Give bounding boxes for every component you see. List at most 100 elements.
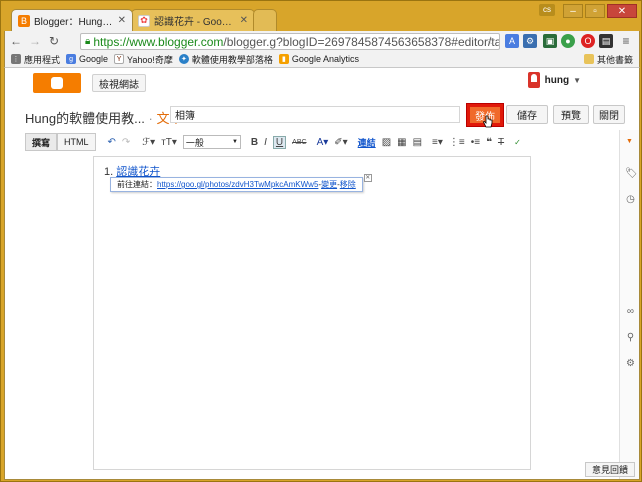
permalink-icon[interactable]: ∞: [625, 306, 636, 317]
bold-icon[interactable]: B: [251, 137, 258, 148]
underline-icon[interactable]: U: [272, 135, 287, 149]
bookmark-label: Google Analytics: [291, 54, 359, 64]
account-name: hung: [544, 74, 570, 86]
opera-icon[interactable]: O: [581, 34, 595, 48]
forward-icon[interactable]: →: [27, 33, 43, 49]
remove-link-button[interactable]: 移除: [340, 179, 356, 190]
window-controls: cs – ▫ ✕: [539, 4, 637, 18]
close-icon[interactable]: ✕: [363, 174, 372, 182]
tab-title: Blogger：Hung的軟體使: [34, 17, 115, 28]
format-select[interactable]: 一般 ▼: [182, 135, 241, 149]
location-icon[interactable]: ⚲: [625, 332, 636, 343]
quote-icon[interactable]: ❝: [486, 137, 492, 148]
bookmark-blog[interactable]: ✦ 軟體使用教學部落格: [178, 53, 273, 66]
spellcheck-icon[interactable]: ✓: [514, 138, 521, 147]
tab-blogger[interactable]: B Blogger：Hung的軟體使 ✕: [11, 9, 133, 31]
window-close-icon[interactable]: ✕: [607, 4, 637, 18]
numbered-list-icon[interactable]: ⋮≡: [449, 137, 465, 148]
hand-cursor-icon: [483, 115, 493, 128]
align-icon[interactable]: ≡▾: [432, 137, 443, 148]
image-icon[interactable]: ▨: [382, 137, 391, 148]
undo-icon[interactable]: ↶: [108, 137, 116, 148]
reload-icon[interactable]: ↻: [46, 33, 62, 49]
link-bubble-prefix: 前往連結：: [117, 180, 157, 189]
chevron-down-icon[interactable]: ▼: [626, 138, 633, 145]
browser-toolbar: ← → ↻ 🔒︎ https://www.blogger.com/blogger…: [4, 31, 640, 51]
bookmark-google[interactable]: g Google: [66, 54, 108, 64]
gear-icon[interactable]: ⚙: [625, 358, 636, 369]
link-bubble-url[interactable]: https://goo.gl/photos/zdvH3TwMpkcAmKWw5: [157, 180, 318, 189]
bookmark-analytics[interactable]: ▮ Google Analytics: [278, 54, 359, 64]
close-button[interactable]: 關閉: [593, 105, 625, 124]
feedback-button[interactable]: 意見回饋: [584, 462, 635, 477]
strikethrough-icon[interactable]: ABC: [292, 139, 306, 146]
apps-icon: ⋮: [11, 54, 21, 64]
format-value: 一般: [185, 137, 204, 148]
photos-favicon-icon: ✿: [138, 14, 150, 27]
blog-name-text: Hung的軟體使用教...: [25, 111, 145, 126]
text-color-icon[interactable]: A▾: [317, 137, 329, 148]
extension-dark-icon[interactable]: ▤: [599, 34, 613, 48]
post-title-input[interactable]: [170, 106, 460, 123]
profile-chip[interactable]: cs: [539, 4, 555, 16]
bookmark-apps[interactable]: ⋮ 應用程式: [11, 53, 60, 66]
url-host: https://www.blogger.com: [93, 34, 224, 49]
compose-mode-button[interactable]: 撰寫: [25, 133, 58, 151]
account-menu[interactable]: hung ▼: [527, 72, 581, 88]
link-button[interactable]: 連結: [358, 136, 376, 149]
chevron-down-icon: ▼: [231, 139, 238, 145]
html-mode-button[interactable]: HTML: [57, 133, 96, 151]
label-tag-icon[interactable]: 🏷︎: [625, 168, 638, 179]
italic-icon[interactable]: I: [264, 137, 267, 148]
separator: ·: [148, 111, 153, 126]
blogger-favicon-icon: B: [18, 14, 30, 27]
chevron-down-icon: ▼: [573, 75, 581, 85]
post-title-row: Hung的軟體使用教... · 文章 發佈 儲存 預覽 關閉: [5, 104, 625, 128]
clear-format-icon[interactable]: T: [498, 137, 504, 148]
highlight-icon[interactable]: ✐▾: [334, 137, 347, 148]
preview-button[interactable]: 預覽: [553, 105, 589, 124]
font-size-icon[interactable]: ᴛT▾: [161, 137, 177, 148]
close-tab-icon[interactable]: ✕: [118, 15, 126, 26]
bookmark-label: 其他書籤: [596, 54, 633, 65]
save-button[interactable]: 儲存: [506, 105, 548, 124]
bookmark-star-icon[interactable]: ☆: [485, 34, 496, 48]
analytics-icon: ▮: [278, 54, 289, 64]
minimize-icon[interactable]: –: [563, 4, 583, 18]
jump-break-icon[interactable]: ▤: [413, 137, 422, 148]
change-link-button[interactable]: 變更: [321, 179, 337, 190]
editor-toolbar: 撰寫 HTML ↶ ↷ ℱ▾ ᴛT▾ 一般 ▼ B I U ABC A▾ ✐▾ 連…: [25, 133, 621, 151]
bookmark-other[interactable]: 其他書籤: [583, 53, 633, 66]
menu-icon[interactable]: ≡: [619, 34, 633, 48]
link-bubble: 前往連結： https://goo.gl/photos/zdvH3TwMpkcA…: [110, 174, 372, 192]
back-icon[interactable]: ←: [8, 33, 24, 49]
bulleted-list-icon[interactable]: •≡: [471, 137, 480, 148]
bookmark-yahoo[interactable]: Y Yahoo!奇摩: [114, 53, 173, 66]
video-icon[interactable]: ▦: [397, 137, 406, 148]
url-path: /blogger.g?blogID=2697845874563658378#ed…: [223, 34, 500, 49]
clock-icon[interactable]: ◷: [625, 194, 636, 205]
bookmarks-bar: ⋮ 應用程式 g Google Y Yahoo!奇摩 ✦ 軟體使用教學部落格 ▮…: [4, 51, 640, 68]
new-tab-button[interactable]: [253, 9, 277, 31]
close-tab-icon[interactable]: ✕: [240, 15, 248, 26]
blogger-logo[interactable]: [33, 73, 81, 93]
post-editor[interactable]: 1. 認識花卉 前往連結： https://goo.gl/photos/zdvH…: [93, 156, 531, 470]
bookmark-label: Google: [79, 54, 109, 64]
tab-title: 認識花卉 - Google 相簿: [154, 17, 237, 28]
maximize-icon[interactable]: ▫: [585, 4, 605, 18]
avatar: [527, 72, 540, 88]
tab-google-photos[interactable]: ✿ 認識花卉 - Google 相簿 ✕: [131, 9, 255, 31]
bookmark-label: 應用程式: [24, 54, 61, 65]
extension-icon[interactable]: ⚙: [523, 34, 537, 48]
yahoo-icon: Y: [114, 54, 125, 64]
blog-name: Hung的軟體使用教... · 文章: [25, 108, 183, 127]
translate-icon[interactable]: A: [505, 34, 519, 48]
extension-green-icon[interactable]: ●: [561, 34, 575, 48]
address-bar[interactable]: 🔒︎ https://www.blogger.com/blogger.g?blo…: [80, 33, 500, 50]
font-icon[interactable]: ℱ▾: [142, 137, 155, 148]
blogger-logo-icon: [51, 77, 63, 89]
evernote-icon[interactable]: ▣: [543, 34, 557, 48]
blog-icon: ✦: [178, 54, 189, 64]
redo-icon[interactable]: ↷: [122, 137, 130, 148]
view-blog-button[interactable]: 檢視網誌: [92, 74, 146, 92]
